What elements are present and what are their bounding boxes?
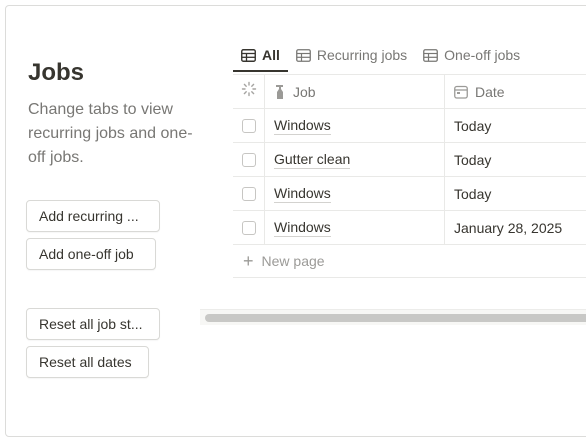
add-one-off-button[interactable]: Add one-off job bbox=[26, 238, 156, 270]
loading-icon bbox=[241, 81, 257, 102]
calendar-icon bbox=[454, 85, 468, 99]
table-row[interactable]: Windows January 28, 2025 bbox=[233, 210, 586, 244]
reset-job-status-button[interactable]: Reset all job st... bbox=[26, 308, 160, 340]
table-row[interactable]: Windows Today bbox=[233, 108, 586, 142]
date-cell[interactable]: January 28, 2025 bbox=[445, 211, 586, 244]
horizontal-scrollbar[interactable] bbox=[200, 309, 586, 325]
job-link[interactable]: Windows bbox=[274, 117, 331, 135]
tab-label: All bbox=[262, 47, 280, 63]
date-cell[interactable]: Today bbox=[445, 109, 586, 142]
tab-label: Recurring jobs bbox=[316, 47, 408, 63]
row-checkbox[interactable] bbox=[241, 220, 256, 235]
table-icon bbox=[295, 48, 311, 62]
job-link[interactable]: Gutter clean bbox=[274, 151, 351, 169]
scrollbar-thumb[interactable] bbox=[205, 314, 586, 322]
spray-bottle-icon bbox=[274, 84, 286, 100]
checkbox-cell bbox=[233, 177, 265, 210]
tab-recurring-jobs[interactable]: Recurring jobs bbox=[288, 40, 415, 70]
sidebar: Jobs Change tabs to view recurring jobs … bbox=[28, 58, 198, 170]
tab-label: One-off jobs bbox=[444, 47, 521, 63]
view-tabs: All Recurring jobs One-off jobs bbox=[233, 40, 528, 74]
page-description: Change tabs to view recurring jobs and o… bbox=[28, 101, 193, 166]
add-recurring-button[interactable]: Add recurring ... bbox=[26, 200, 160, 232]
checkbox-cell bbox=[233, 143, 265, 176]
tab-all[interactable]: All bbox=[233, 40, 288, 72]
date-cell[interactable]: Today bbox=[445, 177, 586, 210]
table-icon bbox=[423, 48, 439, 62]
row-checkbox[interactable] bbox=[241, 186, 256, 201]
checkbox-cell bbox=[233, 109, 265, 142]
jobs-table: Job Date Windows Today Gutter clean Toda… bbox=[233, 74, 586, 278]
job-column-header[interactable]: Job bbox=[265, 75, 445, 108]
table-row[interactable]: Windows Today bbox=[233, 176, 586, 210]
page-title: Jobs bbox=[28, 59, 85, 86]
status-column-header[interactable] bbox=[233, 75, 265, 108]
job-column-label: Job bbox=[293, 83, 316, 100]
reset-dates-button[interactable]: Reset all dates bbox=[26, 346, 149, 378]
tab-one-off-jobs[interactable]: One-off jobs bbox=[415, 40, 528, 70]
job-cell[interactable]: Windows bbox=[265, 177, 445, 210]
row-checkbox[interactable] bbox=[241, 152, 256, 167]
date-cell[interactable]: Today bbox=[445, 143, 586, 176]
checkbox-cell bbox=[233, 211, 265, 244]
job-cell[interactable]: Windows bbox=[265, 211, 445, 244]
job-cell[interactable]: Windows bbox=[265, 109, 445, 142]
job-link[interactable]: Windows bbox=[274, 185, 331, 203]
table-header: Job Date bbox=[233, 74, 586, 108]
job-link[interactable]: Windows bbox=[274, 219, 331, 237]
table-row[interactable]: Gutter clean Today bbox=[233, 142, 586, 176]
new-page-label: New page bbox=[261, 253, 325, 269]
job-cell[interactable]: Gutter clean bbox=[265, 143, 445, 176]
row-checkbox[interactable] bbox=[241, 118, 256, 133]
table-icon bbox=[241, 48, 256, 62]
plus-icon: + bbox=[243, 251, 254, 271]
new-page-row[interactable]: + New page bbox=[233, 244, 586, 278]
date-column-label: Date bbox=[475, 83, 505, 100]
date-column-header[interactable]: Date bbox=[445, 75, 586, 108]
